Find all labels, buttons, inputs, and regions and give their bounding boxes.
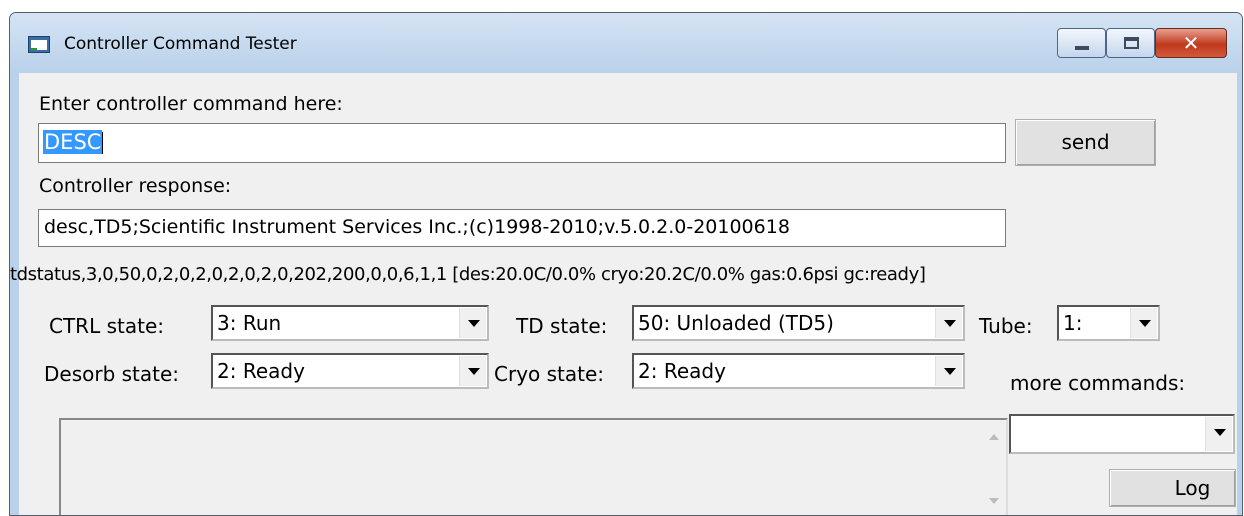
chevron-down-icon[interactable]	[935, 308, 962, 338]
chevron-down-icon[interactable]	[459, 356, 486, 386]
command-label: Enter controller command here:	[39, 93, 343, 115]
response-field[interactable]: desc,TD5;Scientific Instrument Services …	[38, 209, 1006, 247]
ctrl-state-label: CTRL state:	[49, 314, 164, 338]
client-area: Enter controller command here: DESC send…	[10, 73, 1237, 515]
tube-label: Tube:	[979, 314, 1033, 338]
window-title: Controller Command Tester	[64, 34, 297, 54]
maximize-icon	[1124, 37, 1139, 49]
app-window: Controller Command Tester ✕ Enter contro…	[9, 12, 1243, 516]
chevron-down-icon[interactable]	[1205, 417, 1232, 451]
more-commands-select[interactable]	[1009, 414, 1235, 454]
app-window-icon	[28, 36, 50, 53]
maximize-button[interactable]	[1106, 28, 1155, 58]
td-state-value: 50: Unloaded (TD5)	[638, 311, 834, 335]
ctrl-state-value: 3: Run	[217, 311, 282, 335]
response-label: Controller response:	[39, 175, 232, 197]
cryo-state-value: 2: Ready	[638, 359, 726, 383]
close-button[interactable]: ✕	[1155, 28, 1227, 58]
memo-scrollbar[interactable]	[983, 420, 1006, 515]
scroll-down-icon[interactable]	[989, 498, 999, 504]
desorb-state-label: Desorb state:	[44, 362, 180, 386]
minimize-button[interactable]	[1057, 28, 1106, 58]
chevron-down-icon[interactable]	[935, 356, 962, 386]
log-button[interactable]: Log	[1109, 469, 1236, 507]
more-commands-label: more commands:	[1010, 371, 1186, 395]
desorb-state-select[interactable]: 2: Ready	[211, 353, 489, 389]
output-memo[interactable]	[59, 418, 1008, 515]
chevron-down-icon[interactable]	[459, 308, 486, 338]
cryo-state-label: Cryo state:	[494, 362, 605, 386]
text-caret	[102, 132, 104, 154]
tube-select[interactable]: 1:	[1057, 305, 1160, 341]
minimize-icon	[1075, 46, 1089, 50]
status-line: tdstatus,3,0,50,0,2,0,2,0,2,0,2,0,202,20…	[10, 264, 926, 285]
command-value: DESC	[43, 130, 103, 154]
chevron-down-icon[interactable]	[1130, 308, 1157, 338]
send-button[interactable]: send	[1015, 119, 1156, 166]
title-bar[interactable]: Controller Command Tester ✕	[10, 13, 1242, 73]
td-state-select[interactable]: 50: Unloaded (TD5)	[632, 305, 965, 341]
desorb-state-value: 2: Ready	[217, 359, 305, 383]
close-icon: ✕	[1182, 31, 1200, 55]
td-state-label: TD state:	[516, 314, 608, 338]
cryo-state-select[interactable]: 2: Ready	[632, 353, 965, 389]
command-input[interactable]: DESC	[38, 123, 1006, 163]
scroll-up-icon[interactable]	[989, 434, 999, 440]
tube-value: 1:	[1063, 311, 1083, 335]
ctrl-state-select[interactable]: 3: Run	[211, 305, 489, 341]
